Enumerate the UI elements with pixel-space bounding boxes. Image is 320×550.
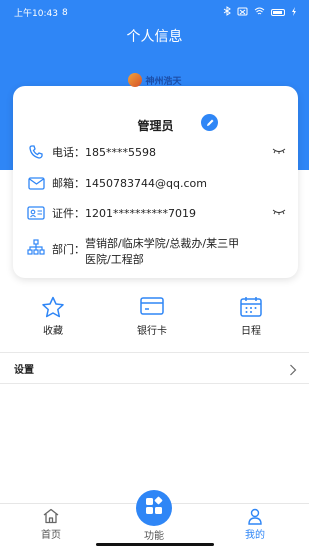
battery-icon bbox=[271, 9, 285, 16]
logo-mark-icon bbox=[128, 73, 143, 87]
department-label: 部门： bbox=[52, 243, 85, 256]
id-row: 证件： 1201**********7019 bbox=[26, 203, 286, 223]
edit-icon[interactable] bbox=[201, 114, 218, 131]
email-value: 1450783744@qq.com bbox=[85, 176, 207, 190]
eye-closed-icon[interactable] bbox=[272, 145, 286, 158]
tab-mine-label: 我的 bbox=[245, 530, 265, 541]
charging-icon bbox=[291, 6, 297, 19]
phone-row: 电话： 185****5598 bbox=[26, 142, 286, 162]
chevron-right-icon bbox=[289, 361, 297, 380]
department-row: 部门： 营销部/临床学院/总裁办/某三甲 医院/工程部 bbox=[26, 236, 286, 270]
eye-closed-icon[interactable] bbox=[272, 206, 286, 219]
department-value-line1: 营销部/临床学院/总裁办/某三甲 bbox=[85, 237, 240, 250]
id-label: 证件： bbox=[52, 207, 85, 220]
bluetooth-icon bbox=[223, 6, 231, 19]
favorites-label: 收藏 bbox=[43, 326, 63, 337]
tab-functions-label: 功能 bbox=[144, 531, 164, 542]
tab-functions[interactable] bbox=[136, 490, 172, 526]
schedule-button[interactable]: 日程 bbox=[221, 296, 281, 337]
status-time: 上午10:43 bbox=[14, 9, 58, 19]
divider bbox=[0, 352, 309, 353]
company-logo: 神州浩天 bbox=[120, 60, 190, 100]
mail-icon bbox=[26, 175, 46, 191]
logo-text: 神州浩天 bbox=[145, 76, 182, 87]
bank-card-label: 银行卡 bbox=[137, 326, 167, 337]
email-label: 邮箱： bbox=[52, 177, 85, 190]
star-icon bbox=[23, 296, 83, 318]
user-icon bbox=[225, 508, 285, 526]
notification-muted-icon bbox=[237, 7, 248, 19]
carrier-icon: 8 bbox=[61, 7, 68, 18]
settings-row[interactable]: 设置 bbox=[0, 357, 309, 379]
phone-icon bbox=[26, 144, 46, 160]
divider bbox=[0, 383, 309, 384]
department-value-line2: 医院/工程部 bbox=[85, 253, 144, 266]
bank-card-icon bbox=[122, 296, 182, 318]
id-card-icon bbox=[26, 205, 46, 221]
phone-label: 电话： bbox=[52, 146, 85, 159]
user-name: 管理员 bbox=[137, 119, 174, 133]
settings-label: 设置 bbox=[14, 364, 34, 376]
schedule-label: 日程 bbox=[241, 326, 261, 337]
favorites-button[interactable]: 收藏 bbox=[23, 296, 83, 337]
home-indicator bbox=[96, 543, 214, 546]
phone-value: 185****5598 bbox=[85, 145, 156, 159]
tab-home[interactable]: 首页 bbox=[21, 508, 81, 541]
email-row: 邮箱： 1450783744@qq.com bbox=[26, 173, 286, 193]
tab-mine[interactable]: 我的 bbox=[225, 508, 285, 541]
org-chart-icon bbox=[26, 239, 46, 255]
id-value: 1201**********7019 bbox=[85, 206, 196, 220]
home-icon bbox=[21, 508, 81, 526]
status-bar: 上午10:43 8 bbox=[0, 0, 309, 24]
profile-card: 管理员 电话： 185****5598 邮箱： 1450783744@qq.co… bbox=[13, 86, 298, 278]
page-title: 个人信息 bbox=[126, 29, 183, 45]
calendar-icon bbox=[221, 296, 281, 318]
bank-card-button[interactable]: 银行卡 bbox=[122, 296, 182, 337]
apps-icon bbox=[144, 496, 164, 520]
wifi-icon bbox=[254, 7, 265, 19]
tab-home-label: 首页 bbox=[41, 530, 61, 541]
